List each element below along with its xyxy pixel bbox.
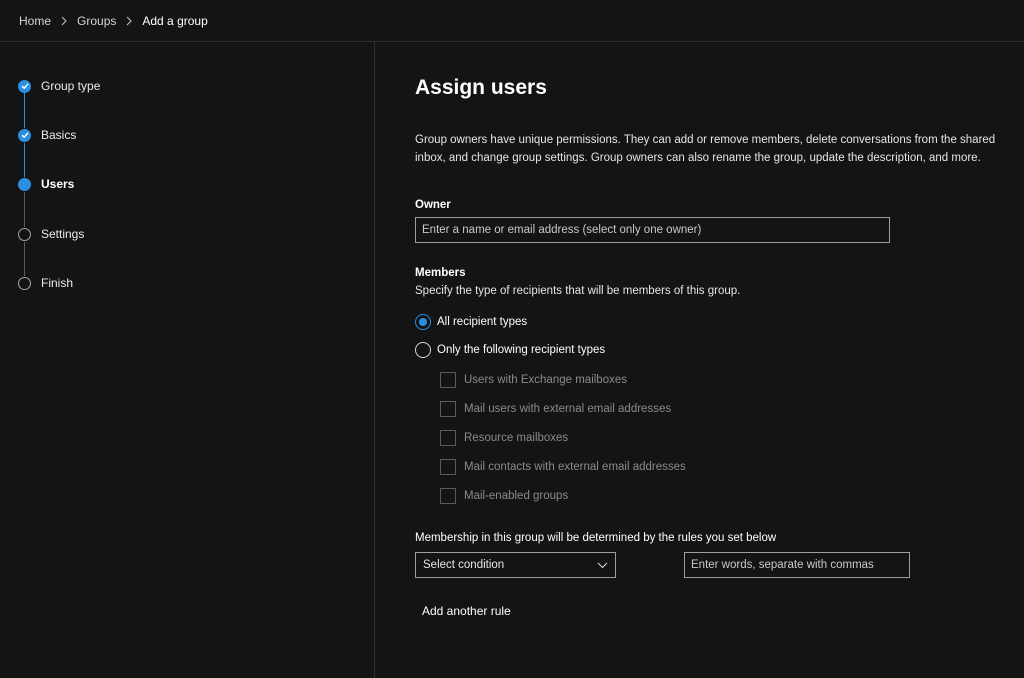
checkbox-row[interactable]: Users with Exchange mailboxes xyxy=(440,372,627,388)
chevron-down-icon xyxy=(597,562,608,568)
condition-select-value: Select condition xyxy=(423,559,505,571)
rule-words-input[interactable] xyxy=(684,552,910,578)
step-settings[interactable]: Settings xyxy=(18,226,84,242)
step-finish[interactable]: Finish xyxy=(18,275,73,291)
checkbox-label: Resource mailboxes xyxy=(464,432,569,444)
step-basics[interactable]: Basics xyxy=(18,127,76,143)
checkbox-label: Mail contacts with external email addres… xyxy=(464,461,686,473)
chevron-right-icon xyxy=(125,16,133,26)
pending-step-icon xyxy=(18,276,31,290)
pending-step-icon xyxy=(18,227,31,241)
step-label: Finish xyxy=(41,276,74,290)
checkbox[interactable] xyxy=(440,459,456,475)
radio-label: All recipient types xyxy=(437,316,528,328)
chevron-right-icon xyxy=(60,16,68,26)
checkbox-row[interactable]: Resource mailboxes xyxy=(440,430,568,446)
condition-select[interactable]: Select condition xyxy=(415,552,616,578)
checkbox[interactable] xyxy=(440,430,456,446)
owner-label: Owner xyxy=(415,199,451,211)
checkbox-row[interactable]: Mail-enabled groups xyxy=(440,488,568,504)
step-connector xyxy=(24,192,25,227)
step-users[interactable]: Users xyxy=(18,176,74,192)
owners-description: Group owners have unique permissions. Th… xyxy=(415,134,996,164)
breadcrumb-groups[interactable]: Groups xyxy=(77,14,116,28)
members-label: Members xyxy=(415,267,466,279)
page-title: Assign users xyxy=(415,76,547,99)
breadcrumb-home[interactable]: Home xyxy=(19,14,51,28)
breadcrumb-current: Add a group xyxy=(142,13,208,28)
breadcrumb: Home Groups Add a group xyxy=(0,0,1024,42)
step-label: Users xyxy=(41,177,75,191)
radio-only-following-types[interactable]: Only the following recipient types xyxy=(415,342,605,358)
checkbox[interactable] xyxy=(440,488,456,504)
step-connector xyxy=(24,143,25,177)
checkmark-icon xyxy=(18,128,31,142)
radio-all-recipient-types[interactable]: All recipient types xyxy=(415,314,527,330)
current-step-icon xyxy=(18,177,31,191)
step-group-type[interactable]: Group type xyxy=(18,78,100,94)
step-connector xyxy=(24,93,25,128)
checkbox-label: Mail-enabled groups xyxy=(464,490,569,502)
step-connector xyxy=(24,242,25,276)
checkbox-label: Users with Exchange mailboxes xyxy=(464,374,627,386)
owner-input[interactable] xyxy=(415,217,890,243)
checkbox[interactable] xyxy=(440,401,456,417)
step-label: Settings xyxy=(41,227,85,241)
radio-button-checked[interactable] xyxy=(415,314,431,330)
checkbox-row[interactable]: Mail users with external email addresses xyxy=(440,401,671,417)
wizard-steps: Group type Basics Users Settings Finish xyxy=(0,42,375,678)
add-another-rule-button[interactable]: Add another rule xyxy=(422,604,511,618)
checkbox-label: Mail users with external email addresses xyxy=(464,403,672,415)
rules-label: Membership in this group will be determi… xyxy=(415,532,777,544)
step-label: Group type xyxy=(41,79,101,93)
members-description: Specify the type of recipients that will… xyxy=(415,285,741,297)
step-label: Basics xyxy=(41,128,77,142)
checkbox-row[interactable]: Mail contacts with external email addres… xyxy=(440,459,686,475)
checkmark-icon xyxy=(18,79,31,93)
radio-label: Only the following recipient types xyxy=(437,344,606,356)
checkbox[interactable] xyxy=(440,372,456,388)
radio-button[interactable] xyxy=(415,342,431,358)
